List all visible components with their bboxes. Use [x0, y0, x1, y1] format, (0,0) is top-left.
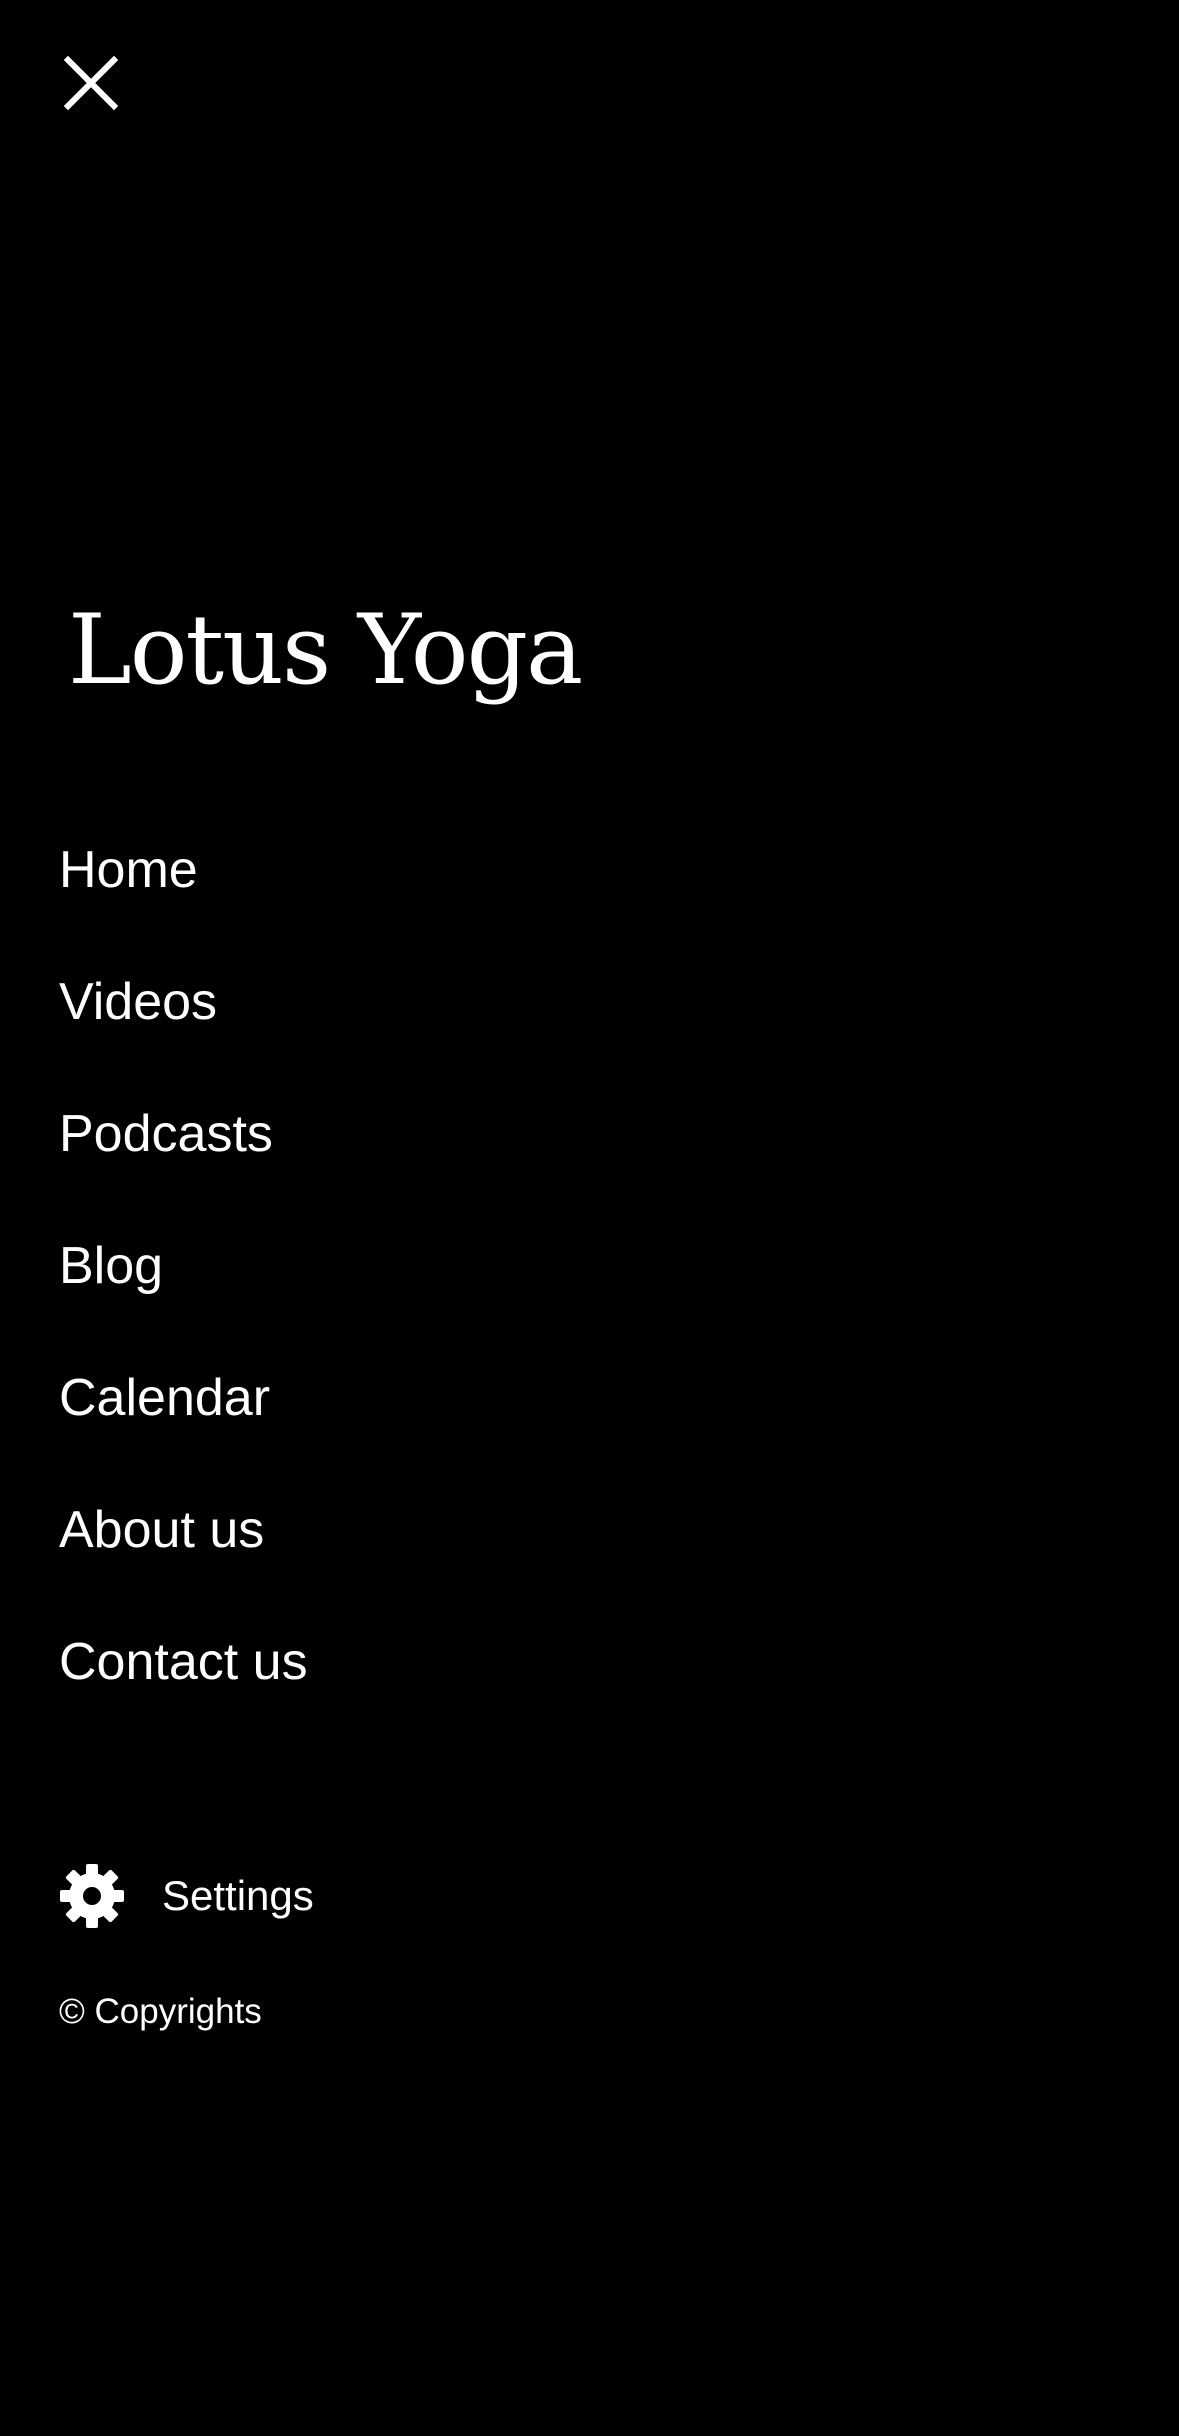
settings-button[interactable]: Settings — [59, 1862, 314, 1930]
close-icon — [63, 55, 119, 111]
copyright-text: © Copyrights — [59, 1992, 262, 2031]
nav-item-contact-us[interactable]: Contact us — [59, 1612, 308, 1744]
nav-item-blog[interactable]: Blog — [59, 1216, 308, 1348]
brand-title: Lotus Yoga — [68, 594, 583, 706]
nav-item-videos[interactable]: Videos — [59, 952, 308, 1084]
nav-item-calendar[interactable]: Calendar — [59, 1348, 308, 1480]
gear-icon — [59, 1863, 125, 1929]
nav-item-home[interactable]: Home — [59, 820, 308, 952]
nav-item-about-us[interactable]: About us — [59, 1480, 308, 1612]
nav-menu: Home Videos Podcasts Blog Calendar About… — [59, 820, 308, 1744]
nav-item-podcasts[interactable]: Podcasts — [59, 1084, 308, 1216]
close-button[interactable] — [60, 52, 122, 114]
settings-label: Settings — [162, 1872, 314, 1919]
